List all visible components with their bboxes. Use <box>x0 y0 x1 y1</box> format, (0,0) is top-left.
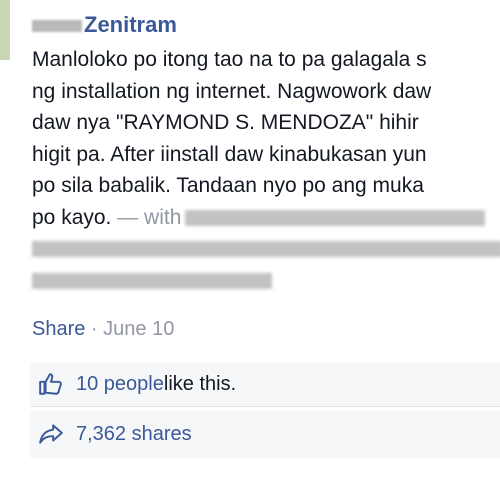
share-arrow-icon <box>39 424 63 444</box>
meta-separator: · <box>85 318 104 340</box>
post-line: Manloloko po itong tao na to pa galagala… <box>32 48 427 71</box>
post-line-end: po kayo. <box>32 205 112 229</box>
thumbs-up-icon <box>39 373 62 395</box>
likes-suffix: like this. <box>163 372 237 395</box>
likes-count-link[interactable]: 10 people <box>76 373 164 396</box>
redacted-tagged-friends[interactable] <box>185 209 486 226</box>
post-line: ng installation ng internet. Nagwowork d… <box>32 79 432 103</box>
shares-panel: 7,362 shares <box>30 410 500 458</box>
with-label: — with <box>111 205 182 229</box>
post-line: higit pa. After iinstall daw kinabukasan… <box>32 142 427 166</box>
post-line: po sila babalik. Tandaan nyo po ang muka <box>32 174 424 197</box>
likes-panel: 10 people like this. <box>30 362 500 407</box>
post-line-tags <box>32 233 500 265</box>
author-name[interactable]: Zenitram <box>84 12 177 37</box>
post-body: Manloloko po itong tao na to pa galagala… <box>32 44 500 296</box>
post-author[interactable]: Zenitram <box>32 10 500 40</box>
left-accent-strip <box>0 0 10 60</box>
post-line-with-tags: po kayo. — with <box>32 202 500 234</box>
post-date[interactable]: June 10 <box>103 318 174 340</box>
post-line-tags <box>32 265 500 297</box>
redacted-author-first-name <box>32 20 82 33</box>
post-content: Zenitram Manloloko po itong tao na to pa… <box>32 10 500 296</box>
redacted-tagged-friends[interactable] <box>32 241 500 258</box>
post-line: daw nya "RAYMOND S. MENDOZA" hihir <box>32 111 419 134</box>
share-link[interactable]: Share <box>32 318 85 340</box>
post-meta: Share · June 10 <box>32 318 174 341</box>
shares-count-link[interactable]: 7,362 shares <box>76 423 192 446</box>
redacted-tagged-friends[interactable] <box>32 272 272 289</box>
